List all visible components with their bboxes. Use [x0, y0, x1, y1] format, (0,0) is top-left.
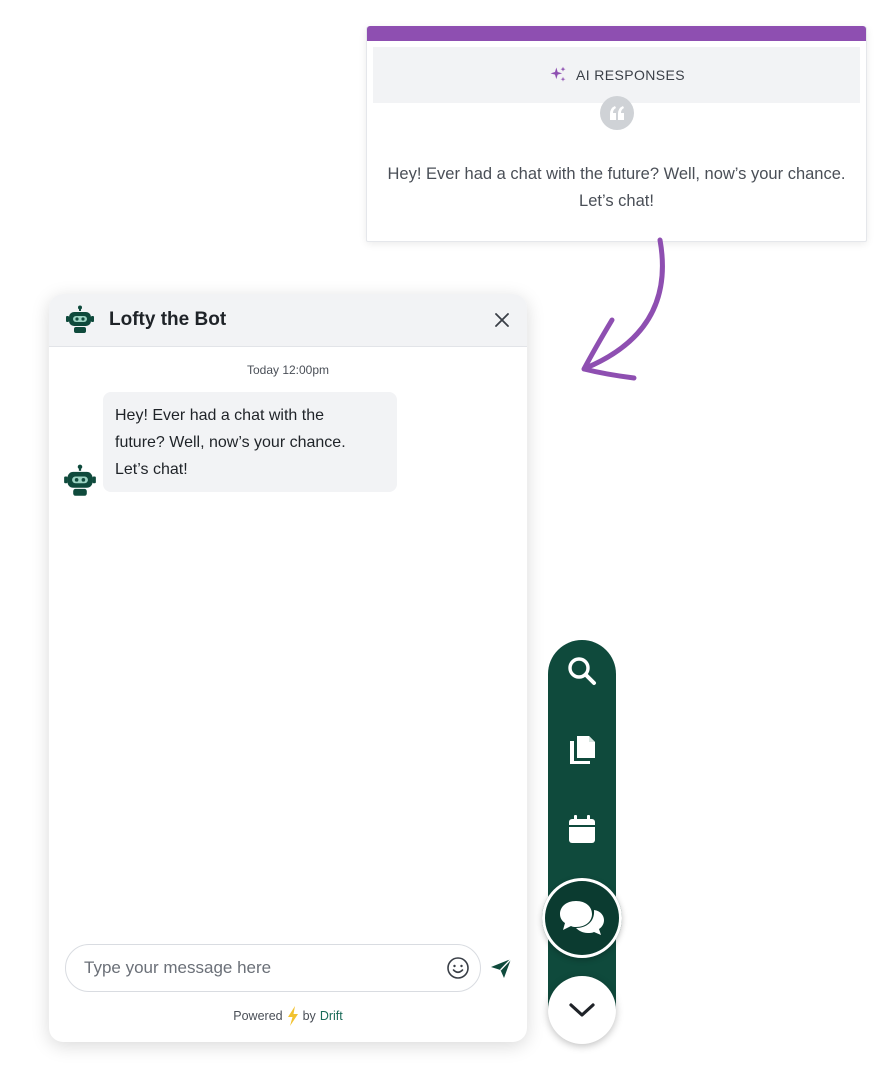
quote-icon — [600, 96, 634, 130]
bot-name: Lofty the Bot — [109, 309, 227, 330]
chat-window: Lofty the Bot Today 12:00pm Hey! Ever ha… — [49, 294, 527, 1042]
message-input[interactable] — [82, 957, 446, 979]
card-header: AI RESPONSES — [373, 47, 860, 103]
search-icon[interactable] — [565, 654, 599, 688]
chevron-down-icon — [569, 1003, 595, 1017]
bot-message-bubble: Hey! Ever had a chat with the future? We… — [103, 392, 397, 492]
emoji-icon[interactable] — [446, 956, 470, 980]
send-icon[interactable] — [489, 956, 513, 980]
powered-label: Powered — [233, 1009, 283, 1023]
close-icon[interactable] — [493, 311, 511, 329]
collapse-launcher-button[interactable] — [548, 976, 616, 1044]
message-line: future? Well, now’s your chance. — [115, 434, 346, 451]
powered-by-word: by — [302, 1009, 316, 1023]
chat-header: Lofty the Bot — [49, 294, 527, 347]
robot-avatar-icon — [66, 305, 94, 333]
message-composer — [65, 944, 481, 992]
ai-response-text: Hey! Ever had a chat with the future? We… — [387, 165, 846, 210]
curved-arrow-icon — [581, 237, 665, 381]
chat-launcher-button[interactable] — [542, 878, 622, 958]
robot-avatar-icon — [64, 464, 96, 496]
lightning-icon — [287, 1006, 298, 1026]
bot-message-row: Hey! Ever had a chat with the future? We… — [63, 392, 397, 496]
message-line: Hey! Ever had a chat with the — [115, 407, 324, 424]
documents-icon[interactable] — [565, 732, 599, 766]
message-line: Let’s chat! — [115, 461, 188, 478]
card-title: AI RESPONSES — [575, 67, 686, 83]
ai-responses-card: AI RESPONSES Hey! Ever had a chat with t… — [366, 26, 867, 242]
sparkle-icon — [550, 66, 566, 82]
card-accent-bar — [367, 26, 866, 41]
message-timestamp: Today 12:00pm — [246, 363, 330, 377]
calendar-icon[interactable] — [565, 812, 599, 846]
drift-link[interactable]: Drift — [320, 1009, 343, 1023]
chat-bubbles-icon — [560, 901, 604, 935]
powered-by-footer: Powered by Drift — [49, 1006, 527, 1026]
